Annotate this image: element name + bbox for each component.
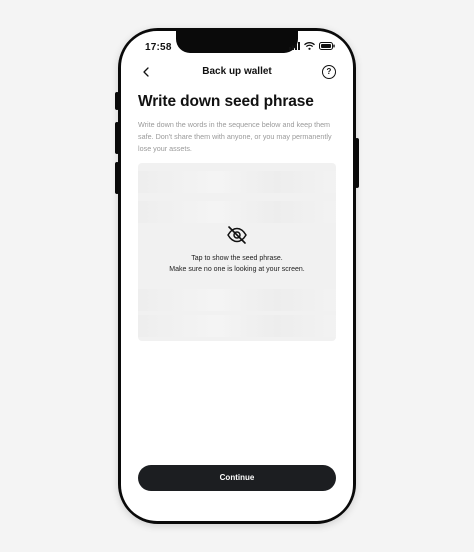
wifi-icon xyxy=(304,42,315,50)
status-icons xyxy=(289,42,335,50)
battery-icon xyxy=(319,42,335,50)
phone-notch xyxy=(176,31,298,53)
continue-button[interactable]: Continue xyxy=(138,465,336,491)
cellular-signal-icon xyxy=(289,42,300,50)
phone-screen: 17:58 Back up wallet ? Write down seed p… xyxy=(121,31,353,521)
help-button[interactable]: ? xyxy=(322,65,336,79)
nav-bar: Back up wallet ? xyxy=(121,61,353,83)
seed-reveal-line-1: Tap to show the seed phrase. xyxy=(191,255,283,262)
question-circle-icon: ? xyxy=(326,67,332,76)
blurred-row xyxy=(138,201,336,223)
status-time: 17:58 xyxy=(145,42,172,53)
seed-reveal-line-2: Make sure no one is looking at your scre… xyxy=(169,266,305,273)
eye-off-icon xyxy=(227,226,247,244)
blurred-row xyxy=(138,171,336,193)
nav-title: Back up wallet xyxy=(202,66,272,77)
page-description: Write down the words in the sequence bel… xyxy=(138,120,332,153)
page-title: Write down seed phrase xyxy=(138,93,314,110)
blurred-row xyxy=(138,315,336,337)
blurred-row xyxy=(138,289,336,311)
seed-phrase-area[interactable]: Tap to show the seed phrase. Make sure n… xyxy=(138,163,336,341)
seed-reveal-message: Tap to show the seed phrase. Make sure n… xyxy=(138,253,336,275)
